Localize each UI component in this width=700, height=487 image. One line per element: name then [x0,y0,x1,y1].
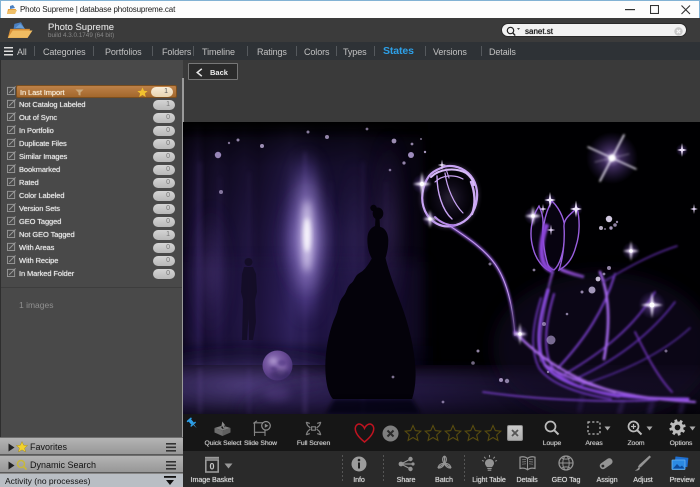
svg-text:0: 0 [209,461,214,471]
